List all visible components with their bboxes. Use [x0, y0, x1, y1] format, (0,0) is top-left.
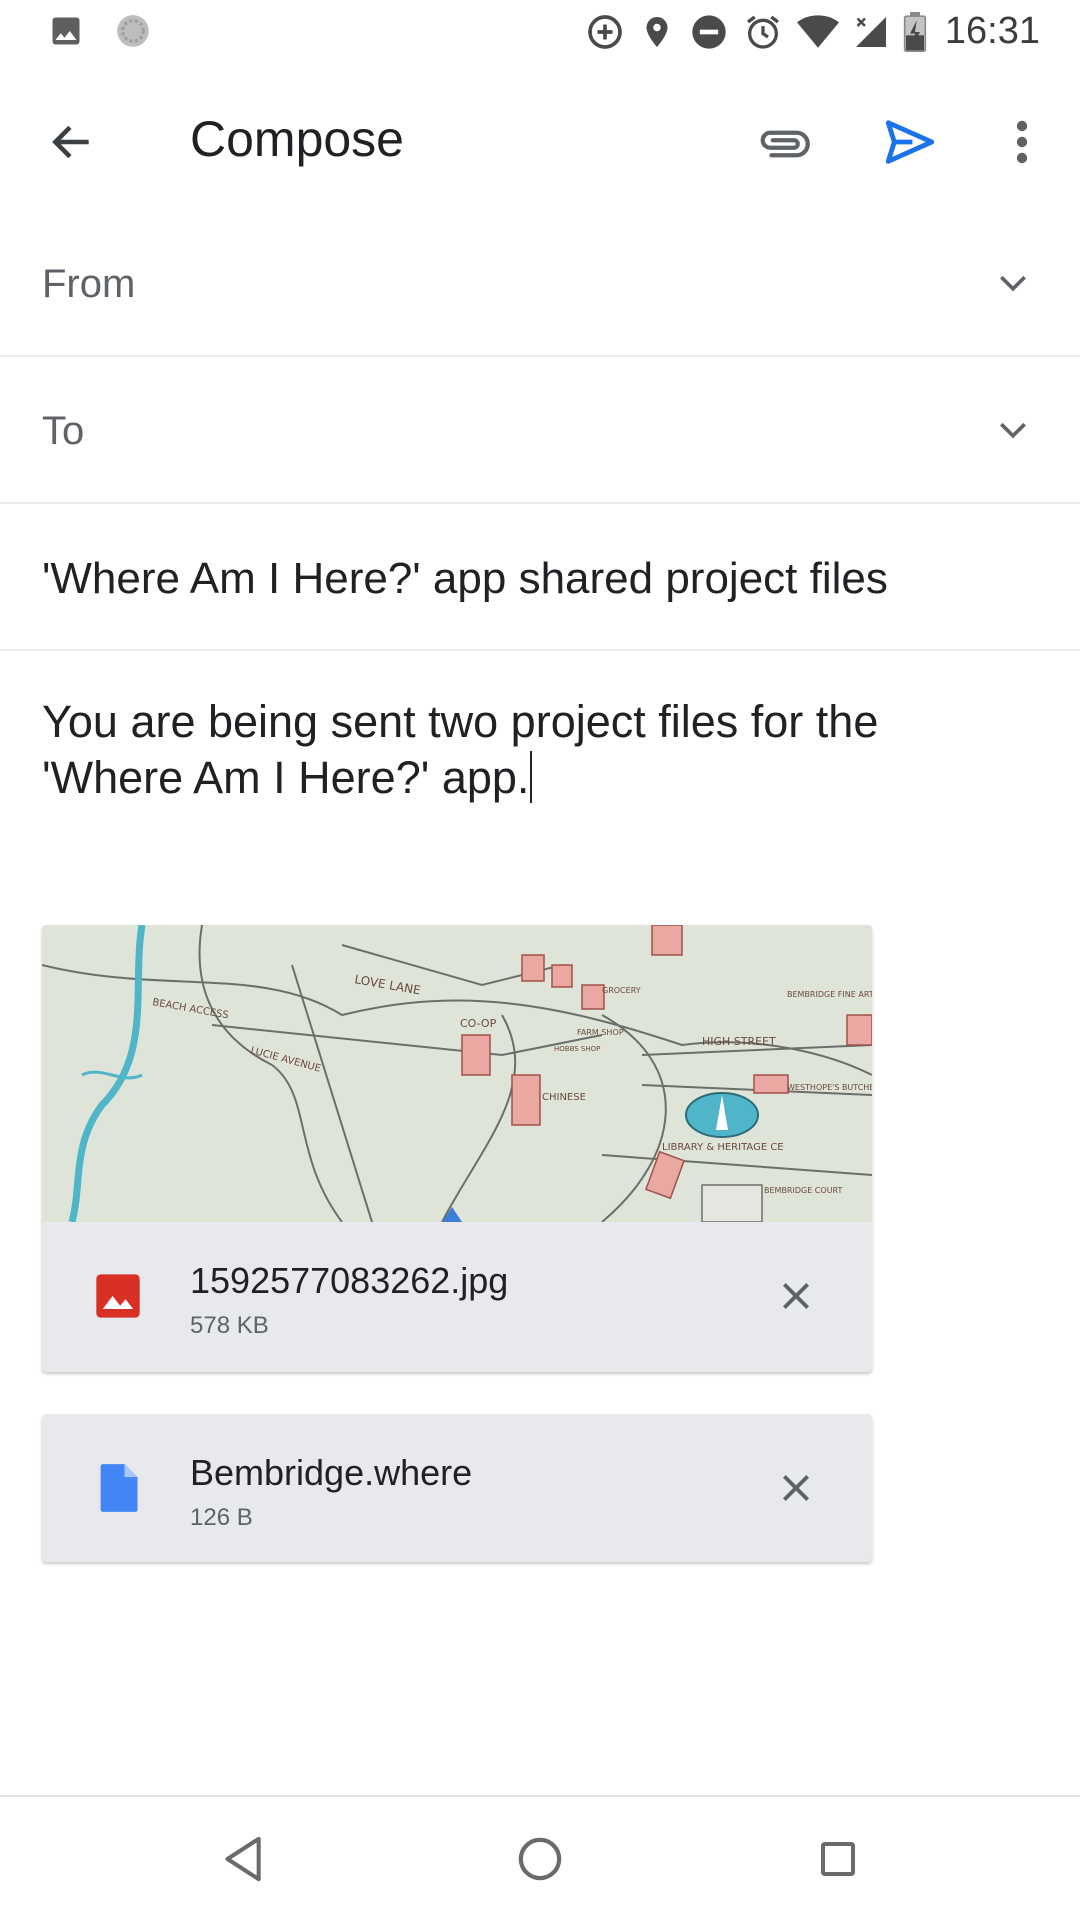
nav-home-icon — [518, 1837, 562, 1881]
back-button[interactable] — [42, 112, 102, 172]
more-options-button[interactable] — [1000, 106, 1044, 178]
location-icon — [639, 12, 675, 52]
status-right: 16:31 — [585, 10, 1040, 53]
chevron-down-icon — [1000, 422, 1026, 439]
status-left — [48, 12, 152, 50]
label-coop: CO-OP — [460, 1017, 497, 1030]
remove-attachment-button[interactable] — [768, 1268, 824, 1324]
nav-back-icon — [225, 1836, 261, 1882]
nav-back-button[interactable] — [212, 1827, 276, 1891]
alarm-icon — [743, 12, 783, 52]
attachment-size: 578 KB — [190, 1312, 269, 1339]
document-file-icon — [100, 1464, 138, 1512]
more-vert-icon — [1016, 120, 1028, 164]
label-bembridge-court: BEMBRIDGE COURT — [764, 1186, 843, 1195]
label-hobbs-shop: HOBBS SHOP — [554, 1045, 600, 1053]
chevron-down-icon — [1000, 275, 1026, 292]
wifi-icon — [796, 14, 839, 50]
attachment-card-image[interactable]: LOVE LANE BEACH ACCESS CO-OP HIGH STREET… — [42, 925, 872, 1372]
label-butcher: WESTHOPE'S BUTCHER — [787, 1083, 872, 1092]
subject-text: 'Where Am I Here?' app shared project fi… — [42, 554, 888, 603]
sync-notification-icon — [114, 12, 152, 50]
remove-attachment-button[interactable] — [768, 1460, 824, 1516]
back-arrow-icon — [52, 125, 89, 159]
close-icon — [782, 1474, 810, 1502]
attach-button[interactable] — [748, 108, 820, 180]
gallery-notification-icon — [48, 13, 84, 49]
label-farm-shop: FARM SHOP — [577, 1028, 624, 1037]
text-cursor — [530, 751, 533, 803]
attachment-size: 126 B — [190, 1504, 253, 1531]
subject-field[interactable]: 'Where Am I Here?' app shared project fi… — [0, 504, 1080, 651]
to-dropdown-button[interactable] — [988, 405, 1038, 455]
label-fine-art: BEMBRIDGE FINE ART — [787, 990, 872, 999]
status-time: 16:31 — [944, 10, 1040, 52]
to-field[interactable]: To — [0, 357, 1080, 504]
body-line-1: You are being sent two project files for… — [42, 696, 879, 747]
from-label: From — [42, 262, 136, 306]
body-field[interactable]: You are being sent two project files for… — [42, 694, 1022, 806]
to-label: To — [42, 409, 85, 453]
attachment-thumbnail: LOVE LANE BEACH ACCESS CO-OP HIGH STREET… — [42, 925, 872, 1222]
attachment-card-file[interactable]: Bembridge.where 126 B — [42, 1414, 872, 1562]
label-chinese: CHINESE — [542, 1092, 586, 1103]
nav-recents-button[interactable] — [806, 1827, 870, 1891]
label-library: LIBRARY & HERITAGE CE — [662, 1142, 784, 1153]
mobile-signal-icon — [853, 14, 889, 50]
battery-charging-icon — [903, 11, 927, 52]
status-bar: 16:31 — [0, 0, 1080, 66]
label-high-street: HIGH STREET — [702, 1035, 776, 1048]
attachment-name: 1592577083262.jpg — [190, 1260, 509, 1301]
body-line-2: 'Where Am I Here?' app. — [42, 752, 530, 803]
attachment-name: Bembridge.where — [190, 1452, 473, 1493]
system-nav-bar — [0, 1795, 1080, 1920]
app-bar: Compose — [0, 66, 1080, 210]
send-button[interactable] — [874, 106, 946, 178]
label-grocery: GROCERY — [602, 986, 641, 995]
page-title: Compose — [190, 111, 404, 167]
attachment-footer: 1592577083262.jpg 578 KB — [42, 1222, 872, 1372]
attachment-footer: Bembridge.where 126 B — [42, 1414, 872, 1562]
from-field[interactable]: From — [0, 210, 1080, 357]
close-icon — [782, 1282, 810, 1310]
paperclip-icon — [760, 130, 810, 158]
do-not-disturb-icon — [689, 12, 729, 52]
nav-home-button[interactable] — [508, 1827, 572, 1891]
nav-recents-icon — [821, 1842, 855, 1876]
data-saver-icon — [585, 12, 625, 52]
image-file-icon — [96, 1274, 140, 1318]
send-icon — [885, 120, 935, 164]
from-dropdown-button[interactable] — [988, 258, 1038, 308]
